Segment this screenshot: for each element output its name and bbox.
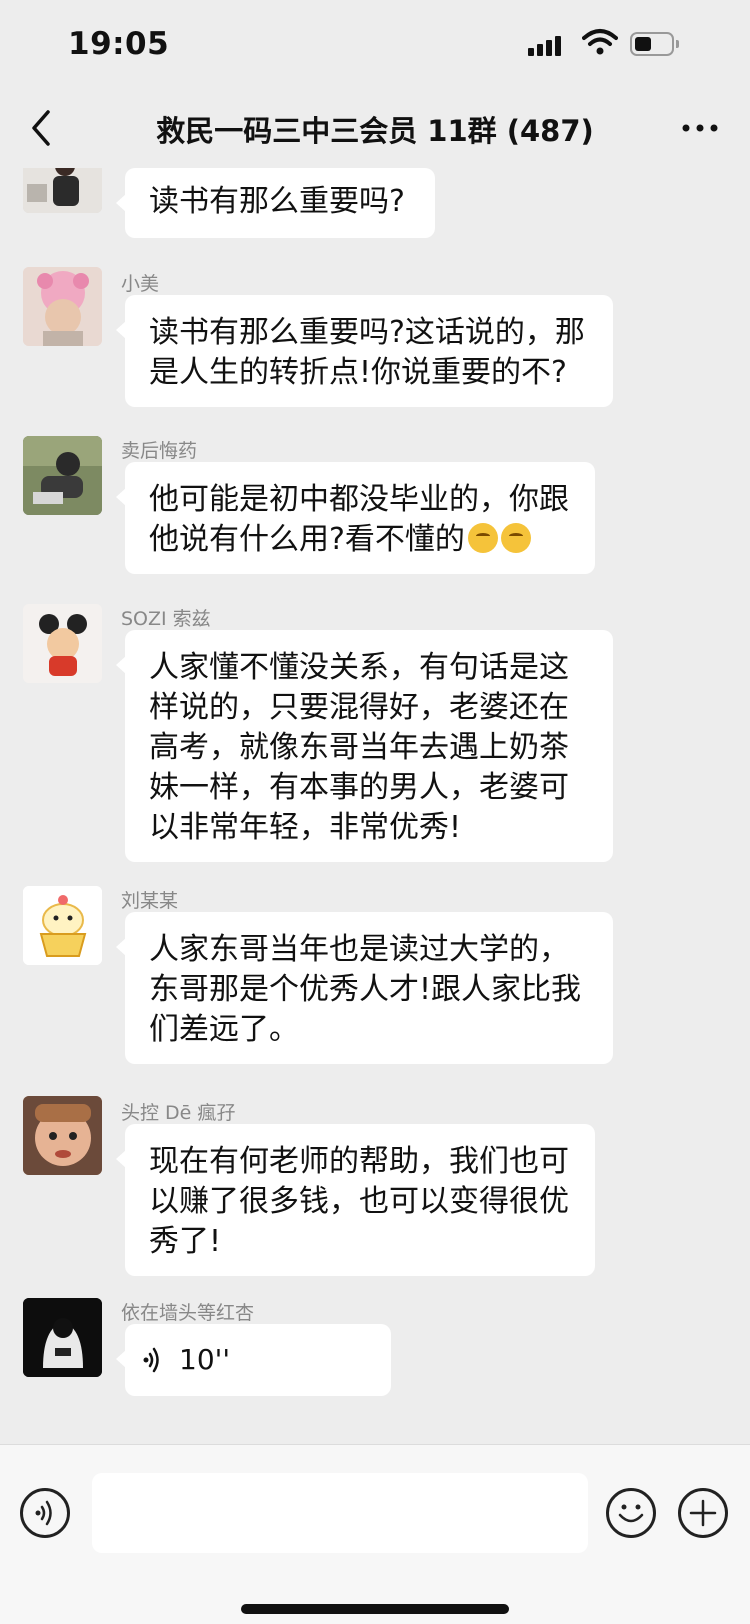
message-bubble[interactable]: 读书有那么重要吗?这话说的，那 是人生的转折点!你说重要的不? [116,295,613,407]
chat-message-list[interactable]: 读书有那么重要吗? 小美 读书有那么重要吗?这话说的，那 是人生的转折点!你说重… [0,168,750,1444]
message-text: 妹一样，有本事的男人，老婆可 [149,770,569,805]
voice-icon [35,1500,52,1526]
avatar[interactable] [23,886,102,965]
input-bar [0,1444,750,1624]
message-text: 读书有那么重要吗?这话说的，那 [149,315,585,350]
sender-name: 头控 Dē 瘋孖 [121,1102,236,1124]
battery-cap [676,40,679,48]
thinking-face-icon [467,523,498,553]
status-bar: 19:05 [0,0,750,88]
message-text: 人家东哥当年也是读过大学的， [149,932,569,967]
sender-name: 刘某某 [121,890,179,912]
smiley-icon [618,1504,644,1523]
battery-icon [630,32,674,56]
message-text: 东哥那是个优秀人才!跟人家比我 [149,972,582,1007]
avatar[interactable] [23,267,102,346]
message-text: 人家懂不懂没关系，有句话是这 [149,650,569,685]
sender-name: 卖后悔药 [121,440,198,462]
emoji-button[interactable] [606,1488,656,1538]
avatar[interactable] [23,168,102,213]
plus-icon [689,1499,717,1527]
cellular-signal-icon [528,32,566,56]
message-bubble[interactable]: 读书有那么重要吗? [116,168,435,238]
message-text: 他可能是初中都没毕业的，你跟 [149,482,569,517]
message-text: 高考，就像东哥当年去遇上奶茶 [149,730,569,765]
message-bubble[interactable]: 人家东哥当年也是读过大学的， 东哥那是个优秀人才!跟人家比我 们差远了。 [116,912,613,1064]
message-input[interactable] [92,1473,588,1553]
message-text: 秀了! [149,1224,222,1259]
message-text: 读书有那么重要吗? [149,184,405,219]
avatar[interactable] [23,1298,102,1377]
voice-duration: 10'' [179,1343,231,1376]
chat-title: 救民一码三中三会员 11群 (487) [156,114,594,148]
message-text: 样说的，只要混得好，老婆还在 [149,690,569,725]
avatar[interactable] [23,436,102,515]
message-text: 现在有何老师的帮助，我们也可 [149,1144,569,1179]
message-bubble[interactable]: 现在有何老师的帮助，我们也可 以赚了很多钱，也可以变得很优 秀了! [116,1124,595,1276]
message-text: 们差远了。 [149,1012,299,1047]
home-indicator [241,1604,509,1614]
chat-header: 救民一码三中三会员 11群 (487) [0,88,750,168]
status-time: 19:05 [68,26,170,62]
sender-name: SOZI 索兹 [121,608,211,630]
message-text: 是人生的转折点!你说重要的不? [149,355,567,390]
message-bubble[interactable]: 他可能是初中都没毕业的，你跟 他说有什么用?看不懂的 [116,462,595,574]
avatar[interactable] [23,1096,102,1175]
message-text: 以非常年轻，非常优秀! [149,810,462,845]
voice-message-bubble[interactable]: 10'' [116,1324,391,1396]
sender-name: 依在墙头等红杏 [121,1302,255,1324]
more-functions-button[interactable] [678,1488,728,1538]
message-text: 他说有什么用?看不懂的 [149,520,571,560]
more-options-icon[interactable] [678,110,722,146]
voice-wave-icon [143,1347,159,1373]
back-arrow-icon[interactable] [22,106,62,150]
message-text: 以赚了很多钱，也可以变得很优 [149,1184,569,1219]
message-bubble[interactable]: 人家懂不懂没关系，有句话是这 样说的，只要混得好，老婆还在 高考，就像东哥当年去… [116,630,613,862]
avatar[interactable] [23,604,102,683]
wifi-icon [582,29,618,55]
voice-input-button[interactable] [20,1488,70,1538]
sender-name: 小美 [121,273,160,295]
thinking-face-icon [500,523,531,553]
